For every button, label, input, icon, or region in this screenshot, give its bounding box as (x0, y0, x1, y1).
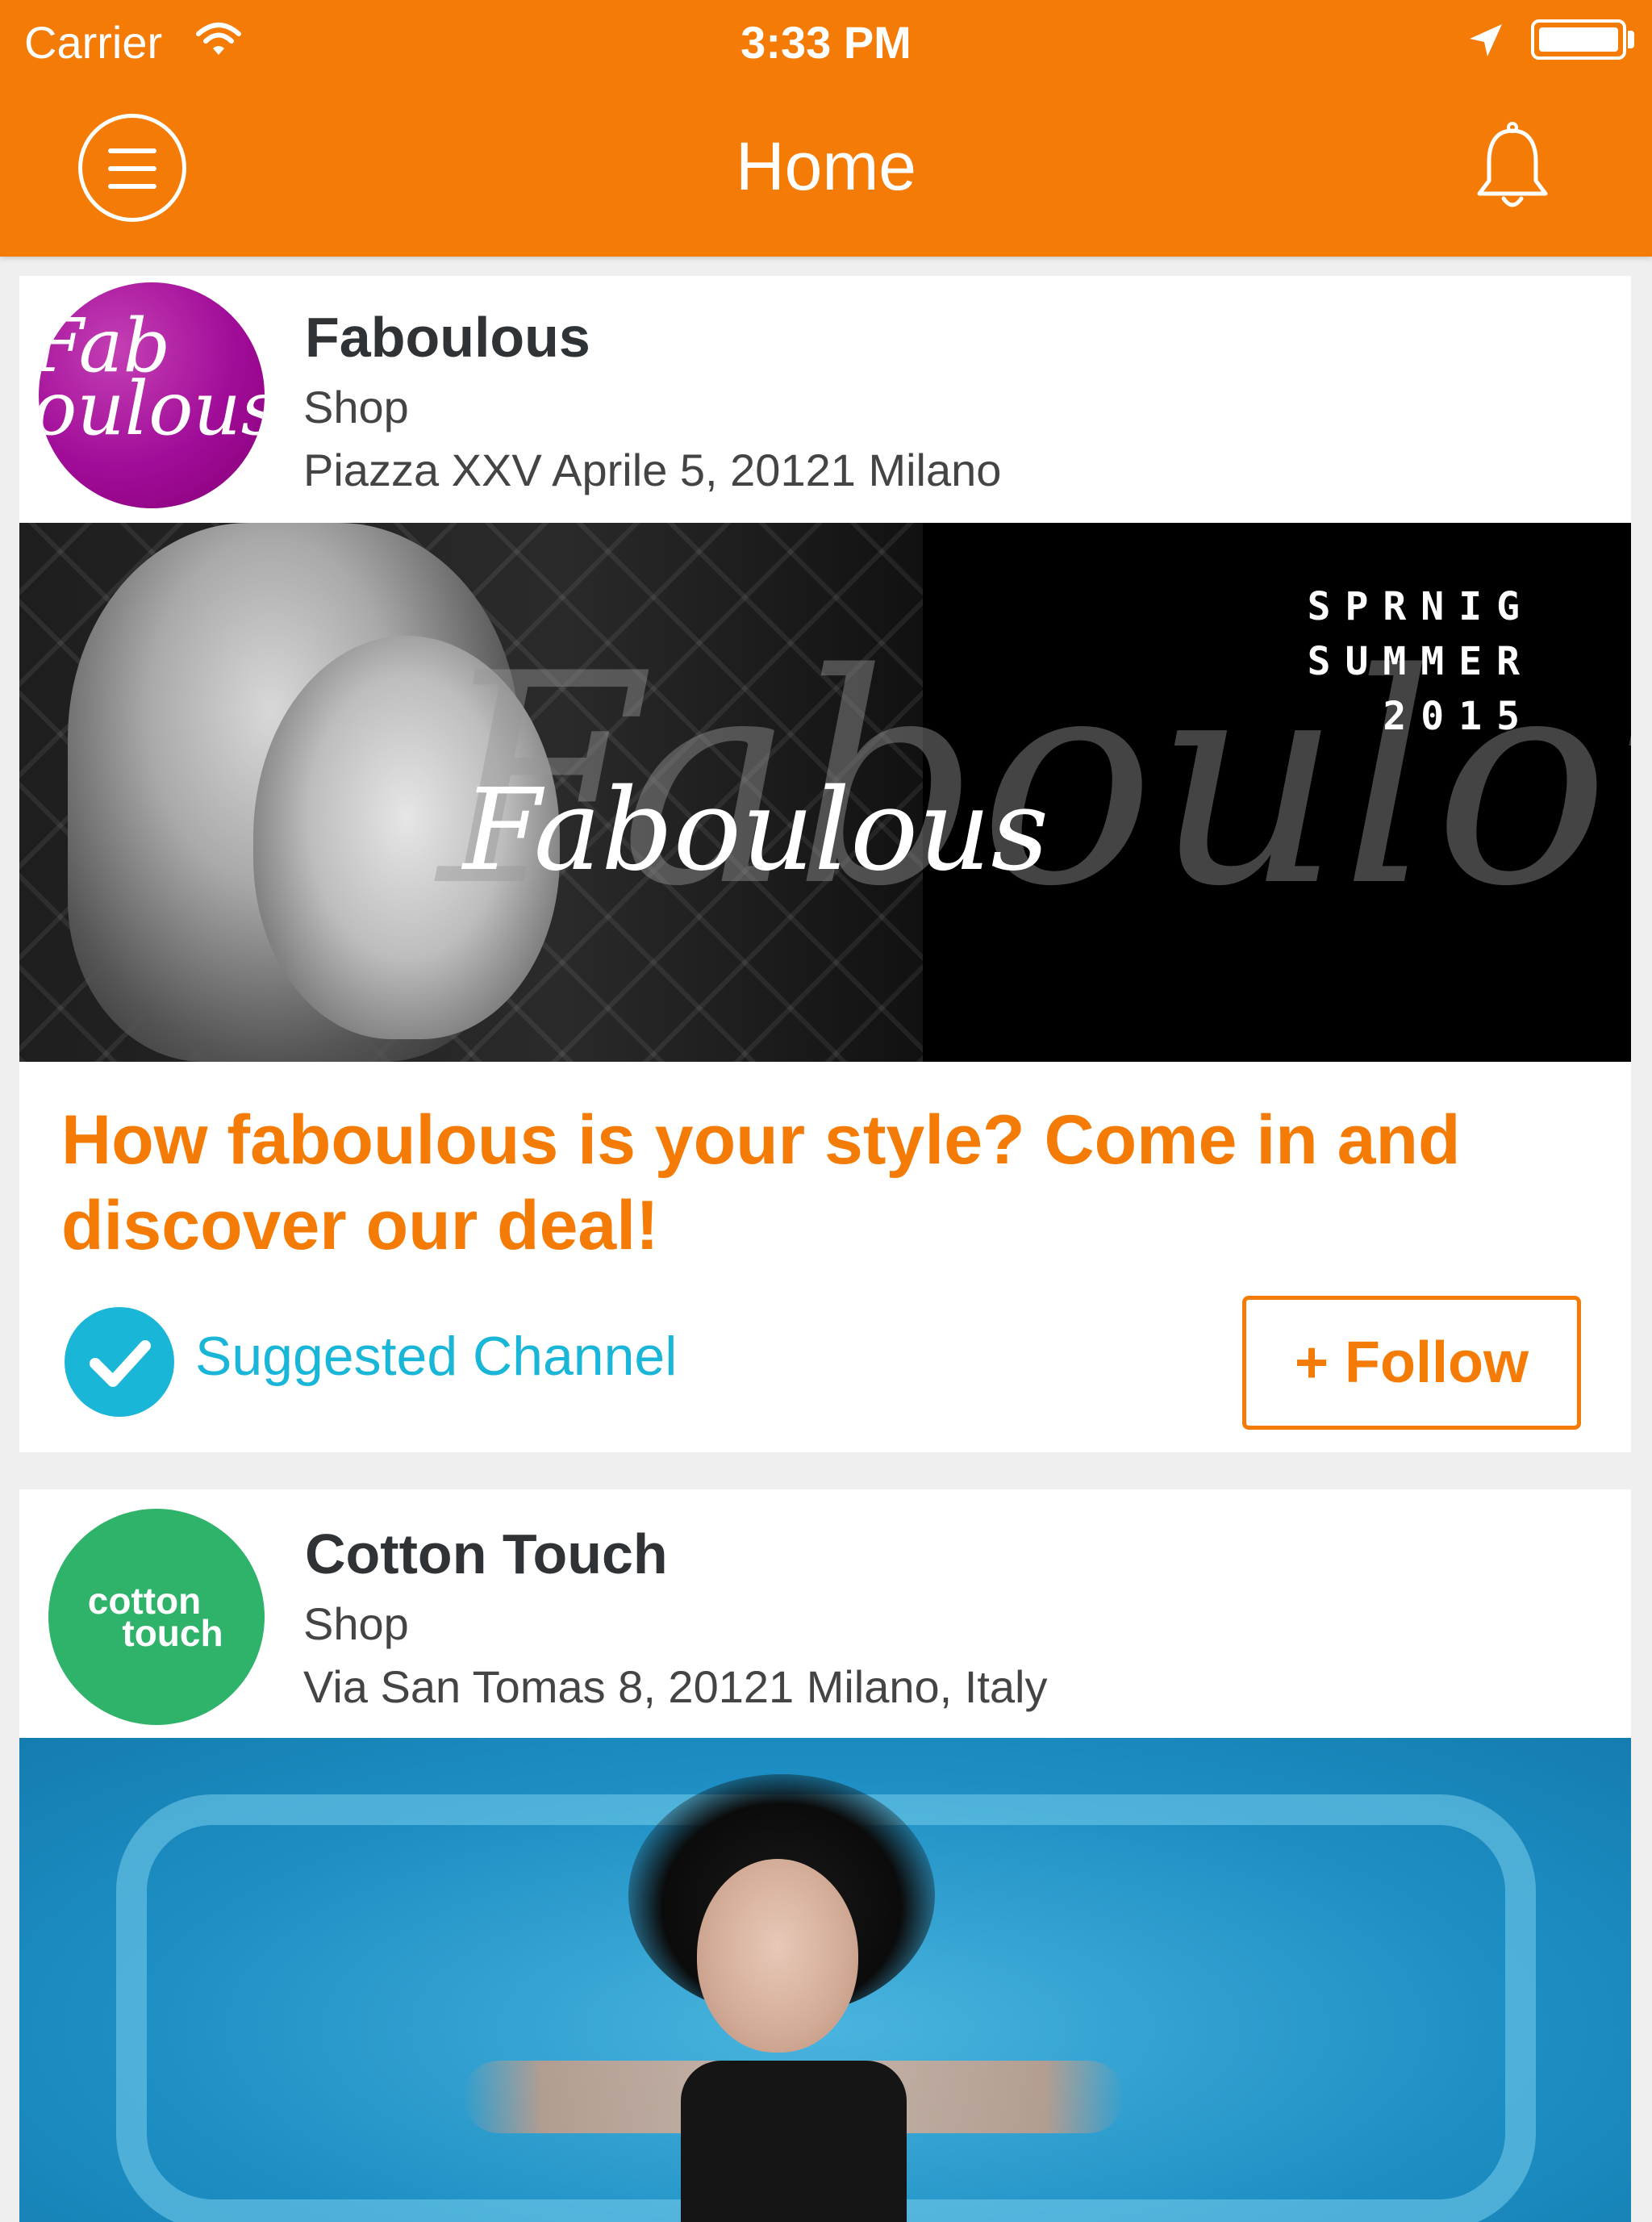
shop-type: Shop (303, 382, 409, 432)
shop-address: Piazza XXV Aprile 5, 20121 Milano (303, 445, 1002, 495)
shop-type: Shop (303, 1598, 409, 1649)
season-line-2: SUMMER (1307, 639, 1534, 684)
bell-icon (1468, 122, 1557, 221)
shop-address: Via San Tomas 8, 20121 Milano, Italy (303, 1661, 1048, 1712)
model-body (681, 2061, 907, 2222)
app-header: Carrier 3:33 PM Home (0, 0, 1652, 257)
banner-script-title: Faboulous (463, 765, 1049, 896)
faboulous-logo[interactable]: Fab oulous (39, 282, 265, 508)
promo-text: How faboulous is your style? Come in and… (61, 1101, 1461, 1264)
location-arrow-icon (1466, 21, 1505, 64)
feed-card-faboulous[interactable]: Fab oulous Faboulous Shop Piazza XXV Apr… (19, 276, 1631, 1452)
cotton-touch-logo-text: cotton touch (48, 1582, 265, 1654)
battery-icon (1531, 19, 1626, 60)
status-time: 3:33 PM (740, 17, 912, 68)
shop-name[interactable]: Faboulous (305, 305, 590, 370)
faboulous-banner-image[interactable]: Faboulous Faboulous SPRNIG SUMMER 2015 (19, 523, 1631, 1062)
faboulous-logo-text: Fab oulous (39, 303, 265, 452)
page-title: Home (735, 128, 917, 204)
status-bar: Carrier 3:33 PM (0, 0, 1652, 84)
notifications-button[interactable] (1468, 121, 1557, 222)
follow-button[interactable]: + Follow (1242, 1296, 1581, 1430)
feed-card-cotton-touch[interactable]: cotton touch Cotton Touch Shop Via San T… (19, 1489, 1631, 2222)
logo-line-2: touch (122, 1612, 223, 1654)
suggested-channel-label: Suggested Channel (195, 1326, 678, 1387)
shop-name[interactable]: Cotton Touch (305, 1522, 668, 1586)
cotton-touch-logo[interactable]: cotton touch (48, 1509, 265, 1725)
banner-season: SPRNIG SUMMER 2015 (1308, 579, 1534, 744)
season-line-3: 2015 (1383, 694, 1534, 739)
check-icon (65, 1307, 174, 1417)
cotton-touch-banner-image[interactable] (19, 1738, 1631, 2222)
battery-tip (1628, 31, 1634, 48)
model-face (697, 1859, 858, 2053)
season-line-1: SPRNIG (1307, 584, 1534, 629)
